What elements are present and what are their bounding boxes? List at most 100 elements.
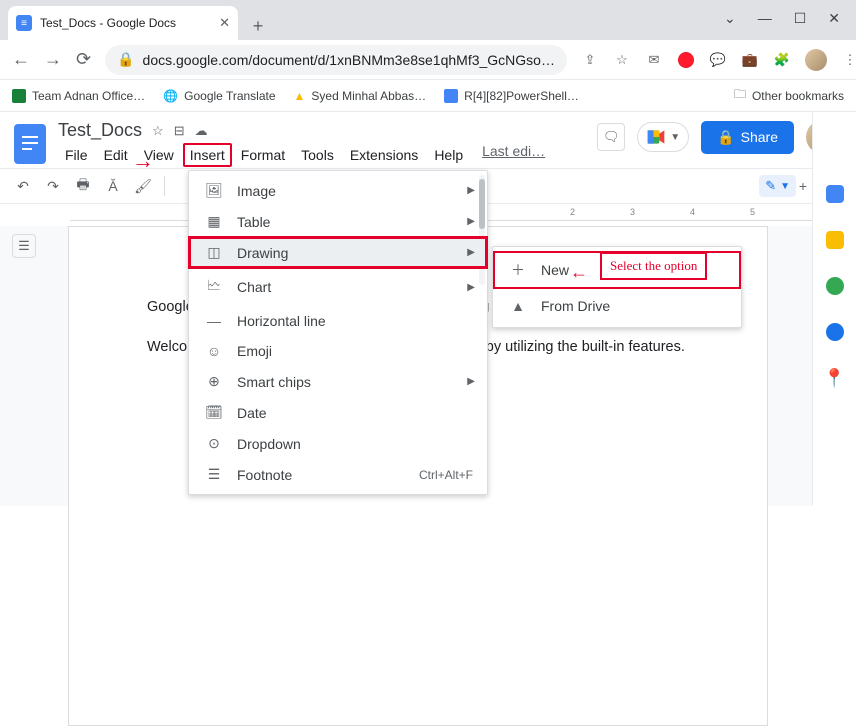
undo-button[interactable]: ↶ bbox=[10, 173, 36, 199]
star-icon[interactable]: ☆ bbox=[613, 51, 631, 69]
editing-mode-button[interactable]: ✎ ▼ bbox=[759, 175, 796, 197]
insert-horizontal-line-item[interactable]: —Horizontal line bbox=[189, 306, 487, 336]
chip-icon: ⊕ bbox=[205, 373, 223, 390]
menu-edit[interactable]: Edit bbox=[97, 143, 135, 167]
menu-format[interactable]: Format bbox=[234, 143, 292, 167]
paint-format-button[interactable]: 🖌 bbox=[130, 173, 156, 199]
back-button[interactable]: ← bbox=[12, 49, 30, 70]
kebab-menu-icon[interactable]: ⋮ bbox=[841, 51, 856, 69]
insert-table-item[interactable]: ▦Table▶ bbox=[189, 206, 487, 237]
last-edit-link[interactable]: Last edi… bbox=[482, 143, 545, 167]
meet-button[interactable]: ▼ bbox=[637, 122, 689, 152]
lock-icon: 🔒 bbox=[117, 51, 134, 68]
window-close-icon[interactable]: ✕ bbox=[828, 10, 840, 27]
hline-icon: — bbox=[205, 313, 223, 329]
window-controls: ⌄ — ☐ ✕ bbox=[724, 10, 840, 27]
cloud-status-icon: ☁ bbox=[195, 123, 208, 139]
menu-file[interactable]: File bbox=[58, 143, 95, 167]
window-minimize-icon[interactable]: — bbox=[758, 10, 772, 27]
chevron-down-icon: ▼ bbox=[780, 181, 790, 192]
bookmark-label: Team Adnan Office… bbox=[32, 89, 145, 103]
menu-tools[interactable]: Tools bbox=[294, 143, 341, 167]
reload-button[interactable]: ⟳ bbox=[76, 49, 91, 70]
doc-title[interactable]: Test_Docs bbox=[58, 120, 142, 141]
forward-button[interactable]: → bbox=[44, 49, 62, 70]
side-panel: 📍 bbox=[812, 112, 856, 506]
footnote-icon: ☰ bbox=[205, 466, 223, 483]
docs-favicon: ≡ bbox=[16, 15, 32, 31]
close-tab-icon[interactable]: ✕ bbox=[219, 15, 230, 31]
drawing-from-drive-item[interactable]: ▲From Drive bbox=[493, 289, 741, 323]
other-bookmarks-label: Other bookmarks bbox=[752, 89, 844, 103]
calendar-app-icon[interactable] bbox=[823, 182, 847, 206]
date-icon: 🗓 bbox=[205, 404, 223, 421]
profile-avatar[interactable] bbox=[805, 49, 827, 71]
submenu-arrow-icon: ▶ bbox=[467, 282, 475, 293]
insert-footnote-item[interactable]: ☰FootnoteCtrl+Alt+F bbox=[189, 459, 487, 490]
browser-tab[interactable]: ≡ Test_Docs - Google Docs ✕ bbox=[8, 6, 238, 40]
keep-app-icon[interactable] bbox=[823, 228, 847, 252]
chat-extension-icon[interactable]: 💬 bbox=[709, 51, 727, 69]
share-url-icon[interactable]: ⇪ bbox=[581, 51, 599, 69]
submenu-arrow-icon: ▶ bbox=[467, 376, 475, 387]
menu-extensions[interactable]: Extensions bbox=[343, 143, 425, 167]
shortcut-label: Ctrl+Alt+F bbox=[419, 468, 473, 482]
bookmarks-bar: Team Adnan Office… 🌐Google Translate ▲Sy… bbox=[0, 80, 856, 112]
share-button[interactable]: 🔒 Share bbox=[701, 121, 794, 154]
submenu-arrow-icon: ▶ bbox=[467, 247, 475, 258]
puzzle-extensions-icon[interactable]: 🧩 bbox=[773, 51, 791, 69]
submenu-arrow-icon: ▶ bbox=[467, 216, 475, 227]
image-icon: 🖼 bbox=[205, 182, 223, 199]
new-tab-button[interactable]: + bbox=[244, 12, 272, 40]
insert-image-item[interactable]: 🖼Image▶ bbox=[189, 175, 487, 206]
share-label: Share bbox=[741, 129, 778, 145]
contacts-app-icon[interactable] bbox=[823, 320, 847, 344]
annotation-arrow-icon: ← bbox=[570, 262, 588, 283]
submenu-arrow-icon: ▶ bbox=[467, 185, 475, 196]
window-dropdown-icon[interactable]: ⌄ bbox=[724, 10, 736, 27]
redo-button[interactable]: ↷ bbox=[40, 173, 66, 199]
tab-title: Test_Docs - Google Docs bbox=[40, 16, 211, 30]
plus-icon: ＋ bbox=[509, 260, 527, 280]
outline-toggle-button[interactable]: ☰ bbox=[12, 234, 36, 258]
insert-chart-item[interactable]: 🗠Chart▶ bbox=[189, 268, 487, 306]
menu-help[interactable]: Help bbox=[427, 143, 470, 167]
star-doc-icon[interactable]: ☆ bbox=[152, 123, 164, 139]
insert-dropdown-item[interactable]: ⊙Dropdown bbox=[189, 428, 487, 459]
other-bookmarks[interactable]: 🗀Other bookmarks bbox=[734, 85, 844, 106]
docs-logo[interactable] bbox=[12, 120, 48, 168]
insert-smart-chips-item[interactable]: ⊕Smart chips▶ bbox=[189, 366, 487, 397]
bookmark-item[interactable]: R[4][82]PowerShell… bbox=[444, 89, 579, 103]
comments-icon[interactable]: 🗨 bbox=[597, 123, 625, 151]
tasks-app-icon[interactable] bbox=[823, 274, 847, 298]
chart-icon: 🗠 bbox=[205, 275, 223, 299]
chevron-down-icon: ▼ bbox=[670, 132, 680, 143]
menu-insert[interactable]: Insert bbox=[183, 143, 232, 167]
move-doc-icon[interactable]: ⊟ bbox=[174, 123, 185, 139]
mail-icon[interactable]: ✉ bbox=[645, 51, 663, 69]
lock-icon: 🔒 bbox=[717, 129, 734, 146]
bookmark-item[interactable]: Team Adnan Office… bbox=[12, 89, 145, 103]
annotation-arrow-icon: → bbox=[132, 148, 154, 174]
bookmark-item[interactable]: 🌐Google Translate bbox=[163, 89, 275, 103]
briefcase-extension-icon[interactable]: 💼 bbox=[741, 51, 759, 69]
maps-app-icon[interactable]: 📍 bbox=[823, 366, 847, 390]
drawing-icon: ◫ bbox=[205, 244, 223, 261]
insert-drawing-item[interactable]: ◫Drawing▶ bbox=[189, 237, 487, 268]
table-icon: ▦ bbox=[205, 213, 223, 230]
dropdown-icon: ⊙ bbox=[205, 435, 223, 452]
opera-extension-icon[interactable] bbox=[677, 51, 695, 69]
address-bar[interactable]: 🔒 docs.google.com/document/d/1xnBNMm3e8s… bbox=[105, 45, 567, 75]
bookmark-label: Syed Minhal Abbas… bbox=[311, 89, 426, 103]
bookmark-label: Google Translate bbox=[184, 89, 275, 103]
spellcheck-button[interactable]: Ǎ bbox=[100, 173, 126, 199]
annotation-label: Select the option bbox=[600, 252, 707, 280]
insert-date-item[interactable]: 🗓Date bbox=[189, 397, 487, 428]
print-button[interactable]: 🖶 bbox=[70, 173, 96, 199]
bookmark-item[interactable]: ▲Syed Minhal Abbas… bbox=[294, 89, 427, 103]
insert-dropdown: 🖼Image▶ ▦Table▶ ◫Drawing▶ 🗠Chart▶ —Horiz… bbox=[188, 170, 488, 495]
window-maximize-icon[interactable]: ☐ bbox=[794, 10, 807, 27]
pencil-icon: ✎ bbox=[765, 178, 776, 194]
insert-emoji-item[interactable]: ☺Emoji bbox=[189, 336, 487, 366]
url-text: docs.google.com/document/d/1xnBNMm3e8se1… bbox=[143, 52, 555, 68]
